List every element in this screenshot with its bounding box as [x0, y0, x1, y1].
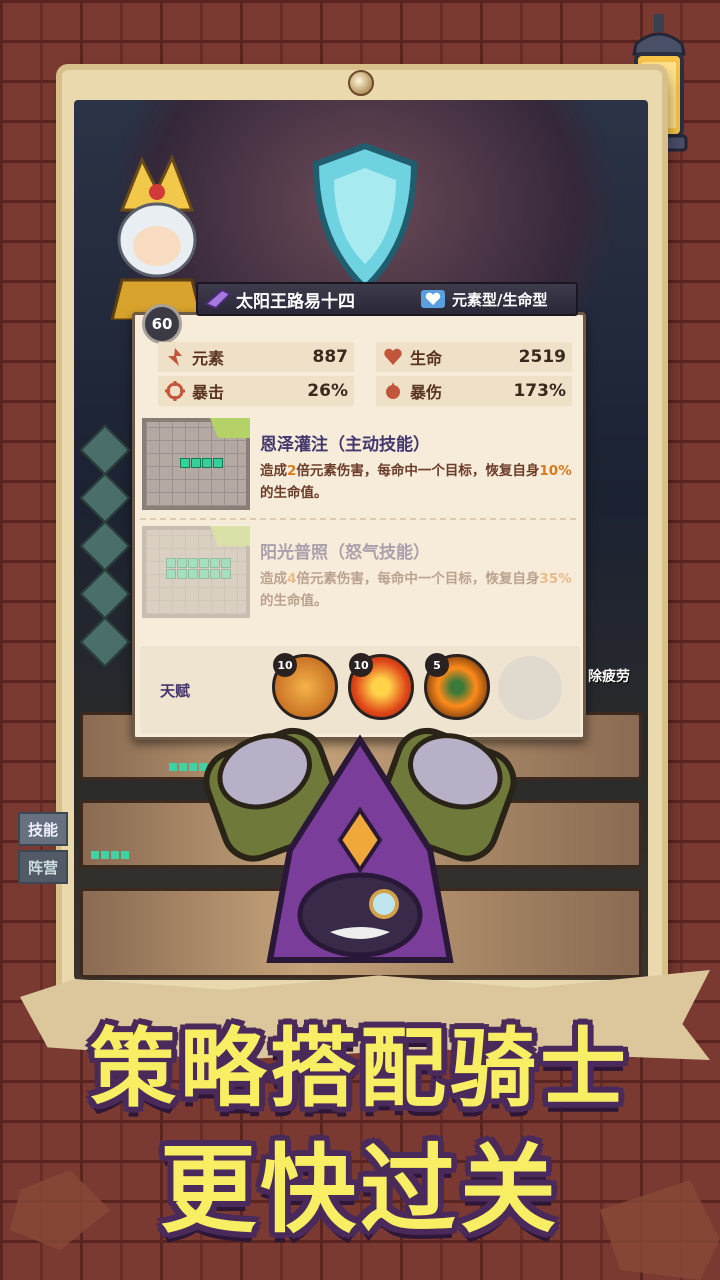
side-tabs: 技能 阵营: [18, 812, 68, 888]
skill-description: 造成4倍元素伤害，每命中一个目标，恢复自身35%的生命值。: [260, 571, 572, 609]
tab-skills[interactable]: 技能: [18, 812, 68, 846]
remove-fatigue-label[interactable]: 除疲劳: [588, 666, 630, 686]
hero-name: 太阳王路易十四: [236, 291, 355, 312]
hero-stats: 元素 887 生命 2519 暴击 26% 暴伤 173%: [158, 342, 572, 406]
talent-label: 天赋: [160, 682, 191, 700]
skill-rage[interactable]: 阳光普照（怒气技能） 造成4倍元素伤害，每命中一个目标，恢复自身35%的生命值。: [140, 524, 576, 628]
hero-name-bar: 太阳王路易十四 元素型/生命型: [196, 282, 578, 316]
skill-description: 造成2倍元素伤害，每命中一个目标，恢复自身10%的生命值。: [260, 463, 572, 501]
shield-icon: [312, 142, 418, 292]
skill-title: 阳光普照（怒气技能）: [260, 543, 430, 563]
slogan-line-1: 策略搭配骑士: [90, 1019, 630, 1119]
heart-tag-icon: [210, 526, 250, 546]
skill-active[interactable]: 恩泽灌注（主动技能） 造成2倍元素伤害，每命中一个目标，恢复自身10%的生命值。: [140, 416, 576, 520]
stat-element: 元素 887: [158, 342, 354, 372]
element-icon: [168, 348, 182, 366]
stat-crit-damage: 暴伤 173%: [376, 376, 572, 406]
hero-level-badge: 60: [142, 304, 182, 344]
hero-type: 元素型/生命型: [452, 290, 548, 309]
skill-title: 恩泽灌注（主动技能）: [260, 435, 430, 455]
stat-hp: 生命 2519: [376, 342, 572, 372]
paper-scraps: [10, 1170, 720, 1280]
heart-tag-icon: [210, 418, 250, 438]
left-slot-column: [79, 420, 131, 672]
crystal-icon: [204, 288, 232, 310]
crit-icon: [165, 381, 185, 401]
heart-icon: [384, 348, 402, 365]
crit-damage-icon: [386, 382, 400, 399]
skill-shape-grid: [142, 418, 250, 510]
tab-faction[interactable]: 阵营: [18, 850, 68, 884]
broken-heart-icon: [421, 290, 445, 308]
stat-crit: 暴击 26%: [158, 376, 354, 406]
pin-icon: [348, 70, 374, 96]
skill-shape-grid: [142, 526, 250, 618]
